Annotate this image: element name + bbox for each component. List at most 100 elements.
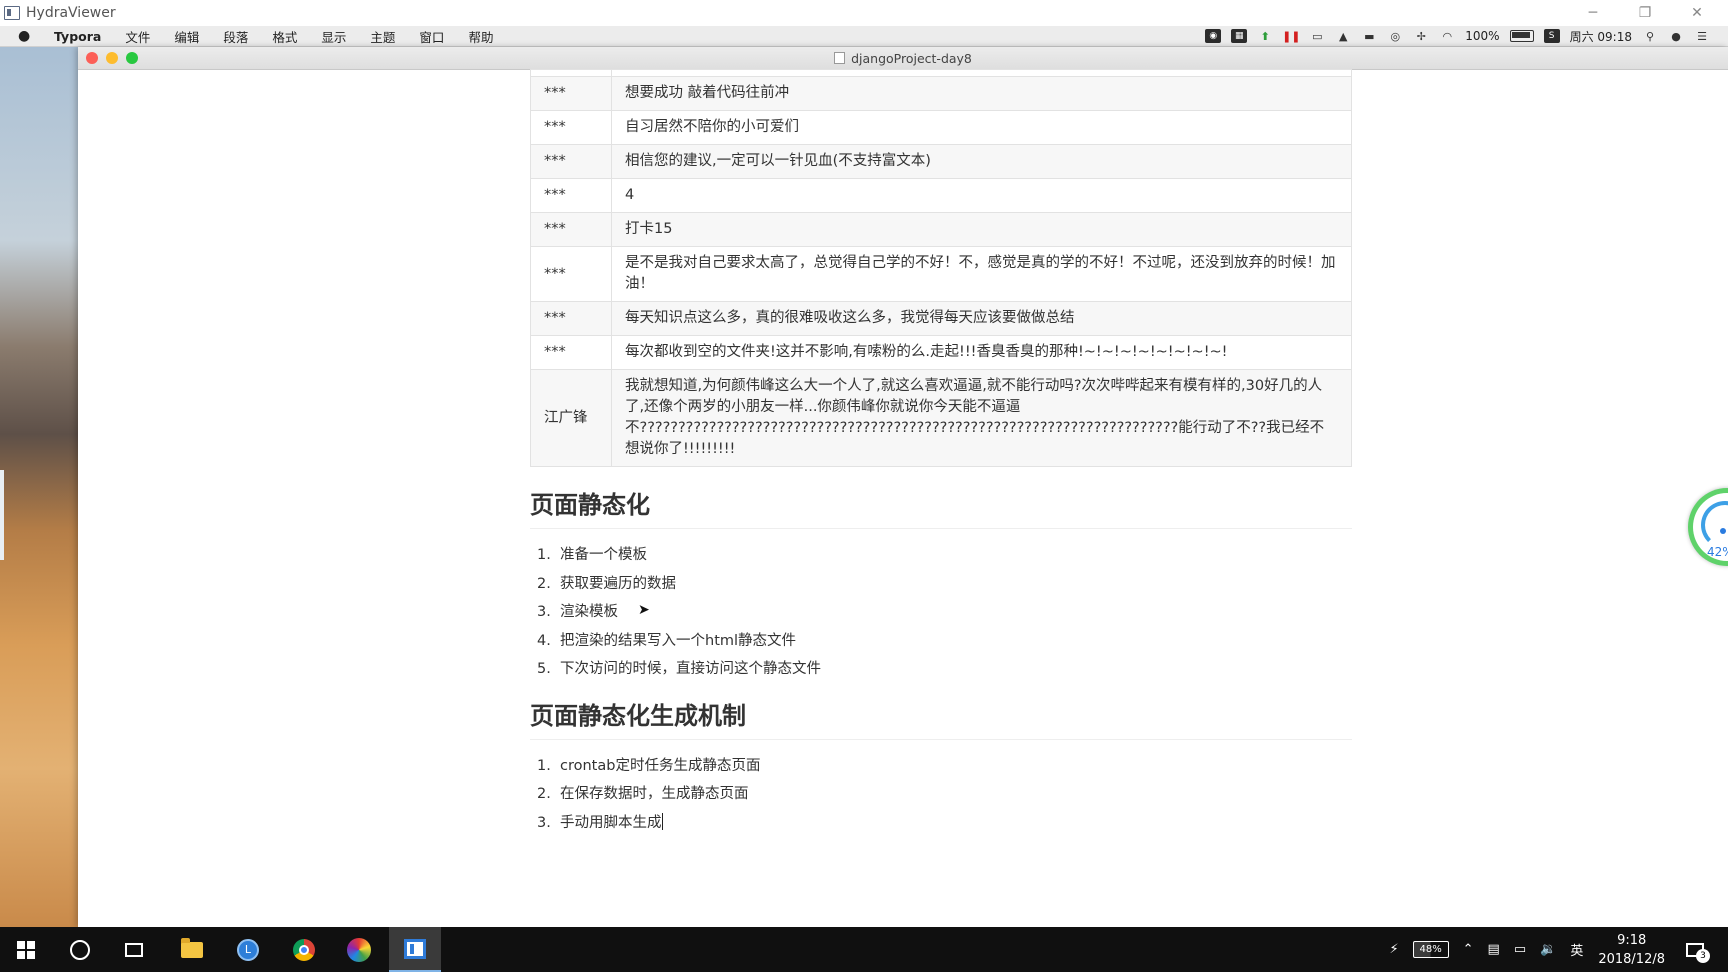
spotlight-search-icon[interactable]: ⚲ [1642, 29, 1658, 43]
hydraviewer-taskbar-button[interactable] [389, 927, 441, 972]
table-cell-user[interactable]: *** [530, 178, 612, 213]
typora-window: djangoProject-day8 *** 想要成功 敲着代码往前冲 *** … [78, 47, 1728, 927]
table-cell-comment[interactable]: 想要成功 敲着代码往前冲 [611, 76, 1352, 111]
section-heading-static[interactable]: 页面静态化 [530, 485, 1352, 529]
comments-table: *** 想要成功 敲着代码往前冲 *** 自习居然不陪你的小可爱们 *** 相信… [530, 69, 1352, 467]
bluetooth-icon[interactable]: ✢ [1413, 29, 1429, 43]
folder-icon [181, 937, 203, 958]
close-button[interactable]: ✕ [1671, 0, 1723, 26]
table-cell-comment[interactable]: 我就想知道,为何颜伟峰这么大一个人了,就这么喜欢逼逼,就不能行动吗?次次哔哔起来… [611, 369, 1352, 467]
taskbar-time: 9:18 [1617, 932, 1647, 948]
table-cell-user[interactable]: 江广锋 [530, 369, 612, 467]
magnifier-status-icon[interactable]: ◎ [1387, 29, 1403, 43]
list-item[interactable]: 4. 把渲染的结果写入一个html静态文件 [530, 627, 1352, 656]
document-title: djangoProject-day8 [78, 51, 1728, 66]
notification-center-icon[interactable]: ☰ [1694, 29, 1710, 43]
menu-paragraph[interactable]: 段落 [211, 27, 260, 46]
taskbar-clock[interactable]: 9:18 2018/12/8 [1598, 931, 1665, 969]
table-cell-comment[interactable]: 每天知识点这么多，真的很难吸收这么多，我觉得每天应该要做做总结 [611, 301, 1352, 336]
table-cell-comment[interactable]: 自习居然不陪你的小可爱们 [611, 110, 1352, 145]
siri-icon[interactable]: ● [1668, 29, 1684, 43]
table-row-partial [530, 69, 1352, 77]
chrome-button[interactable] [278, 927, 330, 972]
text-caret [661, 812, 663, 830]
printer-icon[interactable]: ▭ [1309, 29, 1325, 43]
mountain-icon[interactable]: ▲ [1335, 29, 1351, 43]
battery-icon[interactable] [1509, 30, 1534, 42]
list-item[interactable]: 1. 准备一个模板 [530, 541, 1352, 570]
table-cell-comment[interactable]: 打卡15 [611, 212, 1352, 247]
action-center-icon: 3 [1686, 942, 1710, 963]
color-petal-icon [347, 937, 371, 962]
start-button[interactable] [0, 927, 52, 972]
menu-clock[interactable]: 周六 09:18 [1570, 28, 1632, 45]
section-heading-mechanism[interactable]: 页面静态化生成机制 [530, 696, 1352, 740]
table-row: *** 每天知识点这么多，真的很难吸收这么多，我觉得每天应该要做做总结 [530, 301, 1352, 336]
s-app-icon[interactable]: S [1543, 29, 1560, 43]
menu-file[interactable]: 文件 [113, 27, 162, 46]
table-cell-user[interactable]: *** [530, 301, 612, 336]
table-cell-user[interactable]: *** [530, 212, 612, 247]
clock-app-button[interactable]: L [222, 927, 274, 972]
file-explorer-button[interactable] [166, 927, 218, 972]
table-cell-comment[interactable] [611, 69, 1352, 77]
tray-battery[interactable]: 48% [1412, 941, 1449, 958]
menu-view[interactable]: 显示 [309, 27, 358, 46]
table-cell-user[interactable] [530, 69, 612, 77]
list-item[interactable]: 3. 手动用脚本生成 [530, 809, 1352, 838]
static-steps-list: 1. 准备一个模板 2. 获取要遍历的数据 3. 渲染模板 4. 把渲染的结果写入一个h… [530, 541, 1352, 684]
mac-menu-bar: ● Typora 文件 编辑 段落 格式 显示 主题 窗口 帮助 ◉ ▦ ⬆ ❚… [0, 26, 1728, 47]
list-item[interactable]: 3. 渲染模板 [530, 598, 1352, 627]
table-cell-user[interactable]: *** [530, 246, 612, 302]
power-plug-icon[interactable]: ⚡ [1389, 942, 1398, 957]
color-app-button[interactable] [333, 927, 385, 972]
action-center-button[interactable]: 3 [1686, 942, 1710, 963]
network-icon[interactable]: ▭ [1514, 942, 1526, 957]
taskbar-date: 2018/12/8 [1598, 951, 1665, 967]
table-cell-user[interactable]: *** [530, 144, 612, 179]
menu-typora[interactable]: Typora [42, 29, 113, 44]
display-icon[interactable]: ▬ [1361, 29, 1377, 43]
upload-arrow-icon[interactable]: ⬆ [1257, 29, 1273, 43]
clock-app-icon: L [237, 938, 259, 961]
show-hidden-icons-chevron-icon[interactable]: ⌃ [1463, 942, 1474, 957]
grid-app-icon[interactable]: ▦ [1231, 29, 1248, 43]
menu-status-area: ◉ ▦ ⬆ ❚❚ ▭ ▲ ▬ ◎ ✢ ◠ 100% S 周六 09:18 ⚲ ●… [1205, 26, 1728, 46]
volume-icon[interactable]: 🔉 [1540, 942, 1556, 957]
input-source-icon[interactable]: ◉ [1205, 29, 1222, 43]
restore-button[interactable]: ❐ [1619, 0, 1671, 26]
apple-menu-icon[interactable]: ● [18, 28, 36, 44]
cortana-button[interactable] [54, 927, 106, 972]
chrome-icon [293, 938, 315, 961]
menu-theme[interactable]: 主题 [358, 27, 407, 46]
mechanism-list: 1. crontab定时任务生成静态页面 2. 在保存数据时，生成静态页面 3. 手动… [530, 752, 1352, 838]
document-title-text: djangoProject-day8 [851, 51, 972, 66]
notification-count: 3 [1696, 948, 1710, 963]
table-cell-user[interactable]: *** [530, 110, 612, 145]
table-cell-user[interactable]: *** [530, 335, 612, 370]
task-view-button[interactable] [108, 927, 160, 972]
speed-ring-icon [1701, 501, 1728, 549]
table-cell-comment[interactable]: 每次都收到空的文件夹!这并不影响,有嗦粉的么.走起!!!香臭香臭的那种!~!~!… [611, 335, 1352, 370]
document-icon [834, 52, 846, 64]
menu-help[interactable]: 帮助 [456, 27, 505, 46]
menu-window[interactable]: 窗口 [407, 27, 456, 46]
table-row: *** 是不是我对自己要求太高了，总觉得自己学的不好！不，感觉是真的学的不好！不… [530, 246, 1352, 302]
list-item[interactable]: 2. 在保存数据时，生成静态页面 [530, 780, 1352, 809]
ime-indicator[interactable]: 英 [1570, 940, 1583, 959]
minimize-button[interactable]: ─ [1567, 0, 1619, 26]
table-cell-comment[interactable]: 相信您的建议,一定可以一针见血(不支持富文本) [611, 144, 1352, 179]
list-item[interactable]: 2. 获取要遍历的数据 [530, 570, 1352, 599]
table-cell-comment[interactable]: 4 [611, 178, 1352, 213]
list-item[interactable]: 5. 下次访问的时候，直接访问这个静态文件 [530, 655, 1352, 684]
wifi-icon[interactable]: ◠ [1439, 29, 1455, 43]
editor-content[interactable]: *** 想要成功 敲着代码往前冲 *** 自习居然不陪你的小可爱们 *** 相信… [530, 69, 1352, 837]
menu-edit[interactable]: 编辑 [162, 27, 211, 46]
menu-format[interactable]: 格式 [260, 27, 309, 46]
table-cell-comment[interactable]: 是不是我对自己要求太高了，总觉得自己学的不好！不，感觉是真的学的不好！不过呢，还… [611, 246, 1352, 302]
table-cell-user[interactable]: *** [530, 76, 612, 111]
speed-dot-icon [1720, 528, 1726, 534]
pause-icon[interactable]: ❚❚ [1282, 29, 1300, 43]
list-item[interactable]: 1. crontab定时任务生成静态页面 [530, 752, 1352, 781]
device-icon[interactable]: ▤ [1488, 942, 1500, 957]
